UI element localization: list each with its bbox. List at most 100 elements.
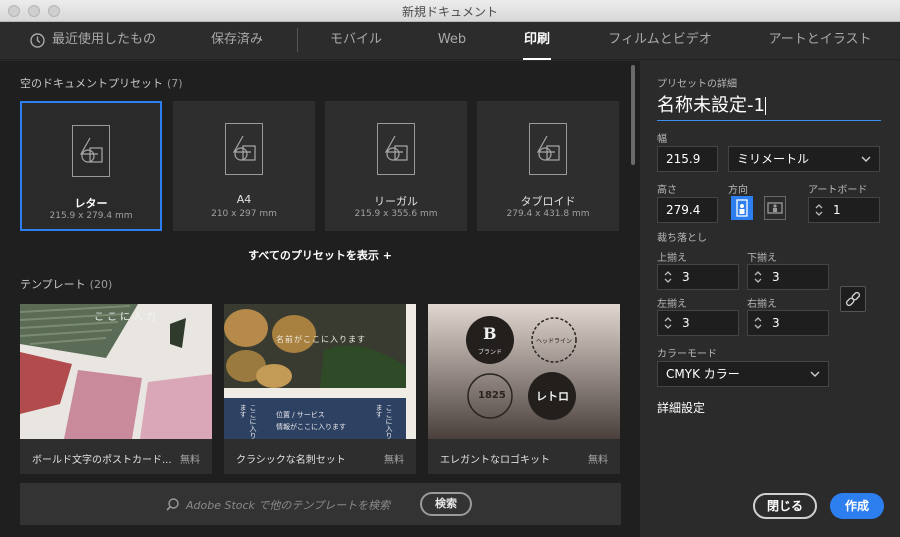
template-thumbnail: ここに入力 — [20, 304, 212, 439]
bleed-top-label: 上揃え — [657, 253, 687, 264]
stepper-icon[interactable] — [753, 269, 763, 285]
portrait-icon — [736, 199, 748, 217]
bleed-label: 裁ち落とし — [657, 233, 707, 244]
bleed-left-label: 左揃え — [657, 299, 687, 310]
scrollbar-thumb[interactable] — [631, 65, 635, 165]
color-mode-label: カラーモード — [657, 349, 717, 360]
stepper-icon[interactable] — [663, 315, 673, 331]
unit-select[interactable]: ミリメートル — [728, 146, 880, 172]
preset-card-tabloid[interactable]: タブロイド 279.4 x 431.8 mm — [477, 101, 619, 231]
template-name: エレガントなロゴキット — [440, 455, 550, 466]
document-icon — [72, 125, 110, 177]
search-icon — [166, 498, 179, 511]
clock-icon — [30, 33, 45, 48]
preset-name: レター — [74, 197, 108, 210]
window-titlebar: 新規ドキュメント — [0, 0, 900, 22]
landscape-orientation-button[interactable] — [764, 196, 786, 220]
details-header: プリセットの詳細 — [657, 79, 737, 90]
presets-count: (7) — [167, 77, 183, 90]
template-price: 無料 — [180, 455, 200, 466]
preset-browser: 空のドキュメントプリセット (7) レター 215.9 x 279.4 mm A4… — [0, 61, 640, 537]
template-thumb-text: 1825 — [478, 390, 506, 401]
template-thumb-text: ここに入ります — [239, 404, 257, 439]
stock-search-input[interactable]: Adobe Stock で他のテンプレートを検索 — [186, 497, 390, 513]
template-price: 無料 — [588, 455, 608, 466]
bleed-right-label: 右揃え — [747, 299, 777, 310]
tab-print[interactable]: 印刷 — [516, 22, 558, 60]
template-thumbnail: B ブランド ヘッドライン 1825 レトロ — [428, 304, 620, 439]
preset-card-letter[interactable]: レター 215.9 x 279.4 mm — [20, 101, 162, 231]
document-name-input[interactable]: 名称未設定-1 — [657, 93, 881, 121]
template-thumb-text: 位置 / サービス — [276, 411, 325, 419]
template-thumb-text: レトロ — [536, 390, 569, 403]
bleed-left-input[interactable]: 3 — [657, 310, 739, 336]
search-button[interactable]: 検索 — [420, 492, 472, 516]
preset-card-a4[interactable]: A4 210 x 297 mm — [173, 101, 315, 231]
template-name: クラシックな名刺セット — [236, 455, 346, 466]
width-input[interactable]: 215.9 — [657, 146, 718, 172]
template-thumb-text: ヘッドライン — [536, 338, 573, 345]
templates-header-label: テンプレート — [20, 278, 86, 291]
stock-search-bar: Adobe Stock で他のテンプレートを検索 検索 — [20, 483, 621, 525]
tab-recent[interactable]: 最近使用したもの — [28, 22, 156, 60]
chevron-down-icon — [861, 156, 871, 162]
color-mode-select[interactable]: CMYK カラー — [657, 361, 829, 387]
preset-size: 210 x 297 mm — [211, 209, 277, 219]
show-all-presets-link[interactable]: すべてのプリセットを表示 + — [0, 247, 640, 263]
bleed-bottom-input[interactable]: 3 — [747, 264, 829, 290]
tab-recent-label: 最近使用したもの — [52, 32, 157, 47]
create-button[interactable]: 作成 — [830, 493, 884, 519]
template-name: ボールド文字のポストカード... — [32, 455, 172, 466]
bleed-bottom-label: 下揃え — [747, 253, 777, 264]
link-icon — [845, 291, 861, 307]
stepper-icon[interactable] — [814, 202, 824, 218]
close-button[interactable]: 閉じる — [753, 493, 817, 519]
width-label: 幅 — [657, 134, 667, 145]
portrait-orientation-button[interactable] — [731, 196, 753, 220]
document-icon — [225, 123, 263, 175]
height-input[interactable]: 279.4 — [657, 197, 718, 223]
advanced-settings-link[interactable]: 詳細設定 — [657, 399, 705, 416]
template-thumbnail: 名前がここに入ります 位置 / サービス 情報がここに入ります ここに入ります … — [224, 304, 416, 439]
window-title: 新規ドキュメント — [401, 5, 498, 19]
document-name-value: 名称未設定-1 — [657, 95, 765, 116]
preset-name: A4 — [236, 193, 252, 206]
bleed-right-input[interactable]: 3 — [747, 310, 829, 336]
orientation-label: 方向 — [728, 185, 748, 196]
tab-divider — [297, 28, 298, 52]
artboards-input[interactable]: 1 — [808, 197, 880, 223]
template-card-logo-kit[interactable]: B ブランド ヘッドライン 1825 レトロ エレガントなロゴキット 無料 — [428, 304, 620, 474]
templates-count: (20) — [89, 278, 113, 291]
document-icon — [529, 123, 567, 175]
preset-name: タブロイド — [520, 195, 576, 208]
preset-size: 279.4 x 431.8 mm — [506, 209, 590, 219]
tab-web[interactable]: Web — [434, 22, 470, 60]
tab-art-illustration[interactable]: アートとイラスト — [762, 22, 878, 60]
link-bleed-button[interactable] — [840, 286, 866, 312]
document-icon — [377, 123, 415, 175]
stepper-icon[interactable] — [753, 315, 763, 331]
bleed-right-value: 3 — [772, 316, 780, 330]
preset-card-legal[interactable]: リーガル 215.9 x 355.6 mm — [325, 101, 467, 231]
bleed-bottom-value: 3 — [772, 270, 780, 284]
template-thumb-text: B — [483, 324, 497, 343]
presets-header-label: 空のドキュメントプリセット — [20, 77, 163, 90]
template-price: 無料 — [384, 455, 404, 466]
text-caret — [764, 97, 766, 115]
landscape-icon — [767, 202, 783, 214]
height-label: 高さ — [657, 185, 677, 196]
stepper-icon[interactable] — [663, 269, 673, 285]
template-card-postcard[interactable]: ここに入力 ボールド文字のポストカード... 無料 — [20, 304, 212, 474]
tab-saved[interactable]: 保存済み — [204, 22, 270, 60]
template-thumb-text: 名前がここに入ります — [276, 335, 366, 344]
template-thumb-text: ここに入力 — [94, 312, 159, 323]
bleed-top-input[interactable]: 3 — [657, 264, 739, 290]
template-card-business-cards[interactable]: 名前がここに入ります 位置 / サービス 情報がここに入ります ここに入ります … — [224, 304, 416, 474]
bleed-left-value: 3 — [682, 316, 690, 330]
tab-film-video[interactable]: フィルムとビデオ — [602, 22, 718, 60]
preset-size: 215.9 x 279.4 mm — [49, 211, 133, 221]
template-thumb-text: ブランド — [478, 349, 503, 356]
bleed-top-value: 3 — [682, 270, 690, 284]
tab-mobile[interactable]: モバイル — [326, 22, 386, 60]
preset-size: 215.9 x 355.6 mm — [354, 209, 438, 219]
